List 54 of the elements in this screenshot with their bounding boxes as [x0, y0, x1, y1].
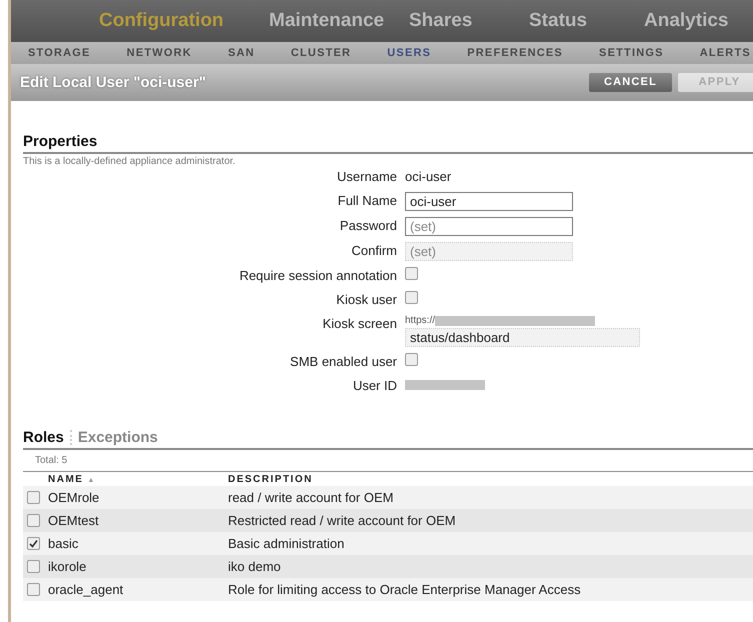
checkbox[interactable] — [405, 267, 418, 280]
field-label: Kiosk screen — [322, 315, 397, 333]
sub-tab[interactable]: SETTINGS — [599, 47, 664, 59]
cancel-button[interactable]: CANCEL — [589, 72, 672, 92]
sub-tab[interactable]: PREFERENCES — [467, 47, 563, 59]
checkbox[interactable] — [27, 583, 40, 596]
field-label: Password — [338, 217, 397, 235]
checkbox[interactable] — [27, 514, 40, 527]
sub-tab[interactable]: SAN — [228, 47, 255, 59]
checkbox[interactable] — [27, 537, 40, 550]
checkbox[interactable] — [27, 491, 40, 504]
main-tab[interactable]: Shares — [409, 10, 529, 32]
section-tab[interactable]: Exceptions — [78, 429, 158, 446]
field-label: Full Name — [336, 192, 397, 210]
section-description: This is a locally-defined appliance administrator. — [23, 156, 236, 167]
page-title: Edit Local User "oci-user" — [20, 74, 207, 90]
field-label: Require session annotation — [238, 267, 397, 285]
table-cell: Restricted read / write account for OEM — [228, 509, 753, 532]
sub-tab[interactable]: NETWORK — [126, 47, 192, 59]
table-cell: read / write account for OEM — [228, 486, 753, 509]
main-tab[interactable]: Status — [529, 10, 644, 32]
table-cell: OEMtest — [48, 509, 228, 532]
section-tab[interactable]: Roles — [23, 429, 64, 446]
url-prefix: https:// — [405, 315, 436, 326]
main-tab[interactable]: Analytics — [644, 10, 753, 32]
field-label: Confirm — [350, 242, 397, 260]
table-cell: iko demo — [228, 555, 753, 578]
text-field[interactable]: status/dashboard — [405, 328, 640, 347]
sub-tab[interactable]: CLUSTER — [290, 47, 352, 59]
sub-tab[interactable]: STORAGE — [28, 47, 91, 59]
column-header[interactable]: DESCRIPTION — [228, 472, 753, 486]
text-field[interactable]: (set) — [405, 242, 573, 261]
field-label: Kiosk user — [335, 291, 397, 309]
section-title: Properties — [23, 133, 753, 154]
total-count: Total: 5 — [23, 450, 753, 472]
table-cell: basic — [48, 532, 228, 555]
field-label: User ID — [352, 377, 397, 395]
table-cell: Role for limiting access to Oracle Enterprise Manager Access — [228, 578, 753, 601]
table-cell: oracle_agent — [48, 578, 228, 601]
table-cell: Basic administration — [228, 532, 753, 555]
text-field[interactable]: (set) — [405, 217, 573, 236]
field-label: Username — [336, 168, 397, 186]
checkbox[interactable] — [405, 291, 418, 304]
text-field[interactable]: oci-user — [405, 192, 573, 211]
sub-tab[interactable]: USERS — [387, 47, 432, 59]
table-cell: ikorole — [48, 555, 228, 578]
checkbox[interactable] — [405, 353, 418, 366]
sub-tab[interactable]: ALERTS — [700, 47, 751, 59]
table-cell: OEMrole — [48, 486, 228, 509]
main-tab[interactable]: Configuration — [99, 10, 269, 32]
field-value: oci-user — [405, 168, 452, 186]
checkbox[interactable] — [27, 560, 40, 573]
field-label: SMB enabled user — [289, 353, 397, 371]
main-tab[interactable]: Maintenance — [269, 10, 409, 32]
